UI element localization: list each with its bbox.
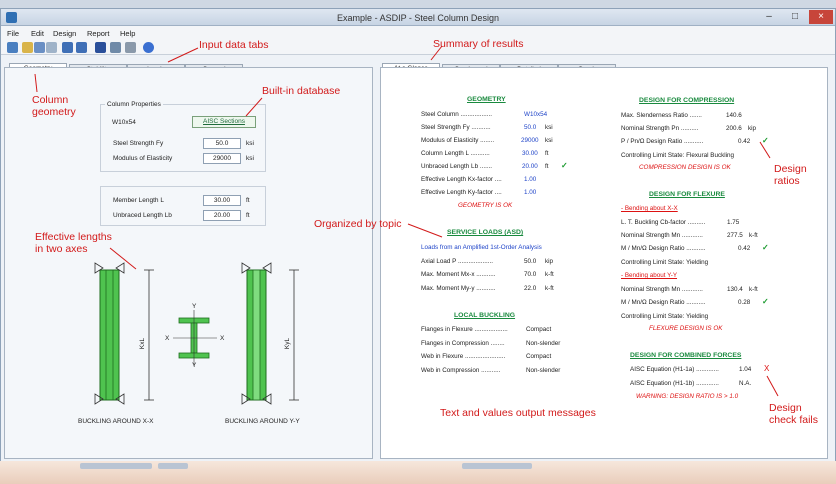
annotation-input-tabs: Input data tabs xyxy=(199,39,269,51)
annotation-column-geometry-1: Column xyxy=(32,94,69,106)
annotation-design-check-2: check fails xyxy=(769,414,819,426)
taskbar-button[interactable] xyxy=(80,463,152,469)
annotation-effective-2: in two axes xyxy=(35,243,88,255)
taskbar-button[interactable] xyxy=(462,463,532,469)
annotation-database: Built-in database xyxy=(262,85,341,97)
annotation-organized: Organized by topic xyxy=(314,218,402,230)
annotation-text-values: Text and values output messages xyxy=(440,407,596,419)
taskbar xyxy=(0,461,836,484)
annotation-column-geometry-2: geometry xyxy=(32,106,76,118)
annotation-effective-1: Effective lengths xyxy=(35,231,112,243)
annotation-design-check-1: Design xyxy=(769,402,802,414)
annotation-design-ratios-2: ratios xyxy=(774,175,800,187)
annotation-design-ratios-1: Design xyxy=(774,163,807,175)
annotation-arrows xyxy=(34,45,779,397)
taskbar-button[interactable] xyxy=(158,463,188,469)
annotation-summary: Summary of results xyxy=(433,38,524,50)
